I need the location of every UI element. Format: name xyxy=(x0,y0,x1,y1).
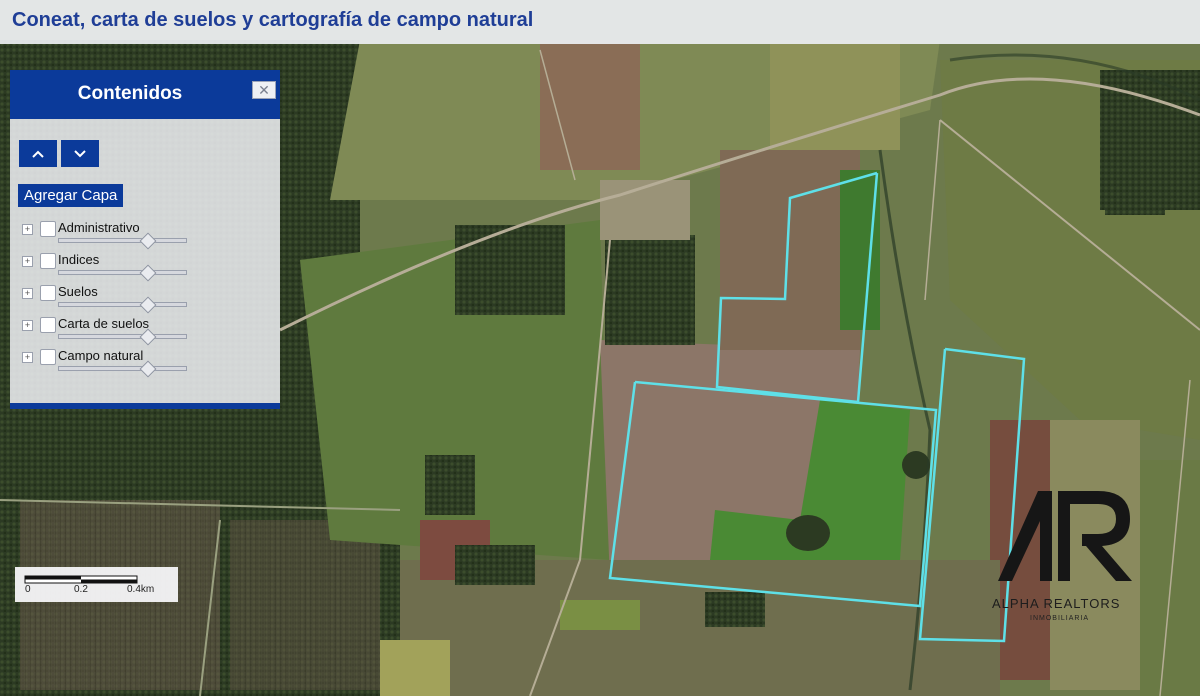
chevron-down-icon xyxy=(74,149,86,157)
layer-label: Suelos xyxy=(58,284,98,299)
add-layer-button[interactable]: Agregar Capa xyxy=(18,184,124,207)
layer-checkbox[interactable] xyxy=(40,253,56,269)
layer-checkbox[interactable] xyxy=(40,349,56,365)
opacity-slider[interactable] xyxy=(58,328,187,346)
opacity-slider[interactable] xyxy=(58,296,187,314)
layer-label: Indices xyxy=(58,252,100,267)
layer-item-campo-natural: + Campo natural xyxy=(22,348,272,378)
expand-plus-icon[interactable]: + xyxy=(22,352,33,363)
expand-plus-icon[interactable]: + xyxy=(22,256,33,267)
scale-label-0-4km: 0.4km xyxy=(127,584,155,595)
layer-checkbox[interactable] xyxy=(40,221,56,237)
opacity-slider-thumb[interactable] xyxy=(139,360,157,378)
expand-plus-icon[interactable]: + xyxy=(22,288,33,299)
brand-name: ALPHA REALTORS xyxy=(992,596,1121,611)
opacity-slider-thumb[interactable] xyxy=(139,232,157,250)
opacity-slider-thumb[interactable] xyxy=(139,296,157,314)
alpha-realtors-logo-icon xyxy=(998,491,1132,581)
layer-checkbox[interactable] xyxy=(40,285,56,301)
opacity-slider[interactable] xyxy=(58,232,187,250)
brand-subtitle: INMOBILIARIA xyxy=(1030,615,1090,622)
move-layer-down-button[interactable] xyxy=(61,140,99,167)
chevron-up-icon xyxy=(32,150,44,158)
expand-plus-icon[interactable]: + xyxy=(22,224,33,235)
layer-item-indices: + Indices xyxy=(22,252,272,282)
title-bar: Coneat, carta de suelos y cartografía de… xyxy=(0,0,1200,44)
layer-item-administrativo: + Administrativo xyxy=(22,220,272,250)
opacity-slider[interactable] xyxy=(58,360,187,378)
panel-title: Contenidos xyxy=(77,83,183,104)
scale-label-0: 0 xyxy=(25,584,31,595)
contents-panel: Contenidos ✕ Agregar Capa + Administrati… xyxy=(10,70,280,409)
page-title: Coneat, carta de suelos y cartografía de… xyxy=(12,9,534,31)
layer-checkbox[interactable] xyxy=(40,317,56,333)
close-icon[interactable]: ✕ xyxy=(252,81,276,99)
scale-bar: 0 0.2 0.4km xyxy=(15,567,178,602)
expand-plus-icon[interactable]: + xyxy=(22,320,33,331)
layer-label: Carta de suelos xyxy=(58,316,150,331)
panel-header: Contenidos ✕ xyxy=(10,70,280,119)
layer-label: Administrativo xyxy=(58,220,140,235)
opacity-slider-thumb[interactable] xyxy=(139,328,157,346)
scale-label-0-2: 0.2 xyxy=(74,584,88,595)
layer-label: Campo natural xyxy=(58,348,144,363)
layer-item-carta-de-suelos: + Carta de suelos xyxy=(22,316,272,346)
opacity-slider-thumb[interactable] xyxy=(139,264,157,282)
layer-item-suelos: + Suelos xyxy=(22,284,272,314)
move-layer-up-button[interactable] xyxy=(19,140,57,167)
opacity-slider[interactable] xyxy=(58,264,187,282)
